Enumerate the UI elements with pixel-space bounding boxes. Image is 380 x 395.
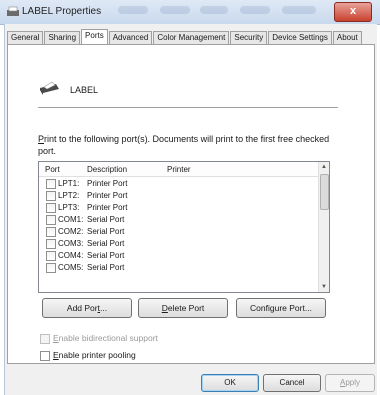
tab-strip: General Sharing Ports Advanced Color Man… [7, 29, 363, 44]
port-checkbox[interactable] [46, 263, 56, 273]
blurred-background [240, 6, 270, 14]
printer-name: LABEL [70, 85, 99, 95]
port-row[interactable]: LPT2: Printer Port [39, 189, 319, 201]
configure-port-label: Configure Port... [250, 303, 312, 313]
port-checkbox[interactable] [46, 227, 56, 237]
port-checkbox[interactable] [46, 251, 56, 261]
add-port-label-pre: Add Por [66, 303, 98, 313]
port-rows: LPT1: Printer Port LPT2: Printer Port LP… [39, 177, 319, 273]
tab-advanced[interactable]: Advanced [108, 31, 153, 44]
title-bar: LABEL Properties x [0, 0, 380, 25]
port-checkbox[interactable] [46, 179, 56, 189]
port-name: COM2: [58, 227, 84, 236]
tab-general[interactable]: General [7, 31, 44, 44]
printer-icon [40, 81, 59, 95]
tab-sharing[interactable]: Sharing [44, 31, 81, 44]
port-description: Serial Port [87, 239, 125, 248]
ok-button[interactable]: OK [201, 374, 259, 392]
scroll-down-arrow-icon[interactable]: ▼ [319, 282, 329, 292]
port-row[interactable]: COM4: Serial Port [39, 249, 319, 261]
port-list-header: Port Description Printer [39, 162, 319, 177]
tab-about[interactable]: About [332, 31, 362, 44]
port-description: Serial Port [87, 215, 125, 224]
pooling-label[interactable]: Enable printer pooling [53, 350, 136, 360]
port-description: Serial Port [87, 263, 125, 272]
port-name: COM1: [58, 215, 84, 224]
column-header-description[interactable]: Description [87, 165, 127, 174]
printer-app-icon [7, 6, 19, 16]
column-header-printer[interactable]: Printer [167, 165, 191, 174]
column-header-port[interactable]: Port [45, 165, 60, 174]
port-description: Serial Port [87, 227, 125, 236]
configure-port-button[interactable]: Configure Port... [236, 298, 326, 318]
port-description: Printer Port [87, 179, 128, 188]
port-row[interactable]: LPT1: Printer Port [39, 177, 319, 189]
bidirectional-checkbox [40, 334, 50, 344]
add-port-button[interactable]: Add Port... [42, 298, 132, 318]
port-row[interactable]: COM3: Serial Port [39, 237, 319, 249]
port-name: LPT2: [58, 191, 80, 200]
properties-dialog: General Sharing Ports Advanced Color Man… [4, 24, 377, 395]
delete-port-label: elete Port [167, 303, 205, 313]
ports-panel: LABEL Print to the following port(s). Do… [7, 44, 375, 364]
port-checkbox[interactable] [46, 215, 56, 225]
port-description: Serial Port [87, 251, 125, 260]
close-button[interactable]: x [334, 2, 372, 22]
port-row[interactable]: COM2: Serial Port [39, 225, 319, 237]
apply-label: pply [345, 378, 361, 387]
port-name: LPT1: [58, 179, 80, 188]
tab-ports[interactable]: Ports [81, 29, 108, 44]
blurred-background [200, 6, 228, 14]
pooling-checkbox[interactable] [40, 351, 50, 361]
delete-port-button[interactable]: Delete Port [138, 298, 228, 318]
port-name: COM3: [58, 239, 84, 248]
window-title: LABEL Properties [22, 6, 102, 17]
tab-device-settings[interactable]: Device Settings [268, 31, 332, 44]
apply-button[interactable]: Apply [325, 374, 375, 392]
separator [38, 107, 338, 108]
port-row[interactable]: COM5: Serial Port [39, 261, 319, 273]
add-port-label-post: ... [100, 303, 108, 313]
ports-instructions: Print to the following port(s). Document… [38, 133, 338, 157]
port-list-scrollbar[interactable]: ▲ ▼ [318, 162, 329, 292]
port-checkbox[interactable] [46, 203, 56, 213]
port-row[interactable]: LPT3: Printer Port [39, 201, 319, 213]
tab-security[interactable]: Security [230, 31, 268, 44]
port-list[interactable]: Port Description Printer LPT1: Printer P… [38, 161, 330, 293]
scrollbar-thumb[interactable] [320, 174, 329, 210]
bidirectional-label: Enable bidirectional support [53, 333, 158, 343]
port-name: COM5: [58, 263, 84, 272]
scroll-up-arrow-icon[interactable]: ▲ [319, 162, 329, 172]
cancel-button[interactable]: Cancel [263, 374, 321, 392]
blurred-background [160, 6, 190, 14]
port-name: LPT3: [58, 203, 80, 212]
blurred-background [282, 6, 316, 14]
port-row[interactable]: COM1: Serial Port [39, 213, 319, 225]
tab-color-management[interactable]: Color Management [153, 31, 230, 44]
instructions-text: rint to the following port(s). Documents… [38, 134, 330, 156]
port-description: Printer Port [87, 203, 128, 212]
port-description: Printer Port [87, 191, 128, 200]
port-name: COM4: [58, 251, 84, 260]
port-checkbox[interactable] [46, 191, 56, 201]
port-checkbox[interactable] [46, 239, 56, 249]
blurred-background [118, 6, 148, 14]
